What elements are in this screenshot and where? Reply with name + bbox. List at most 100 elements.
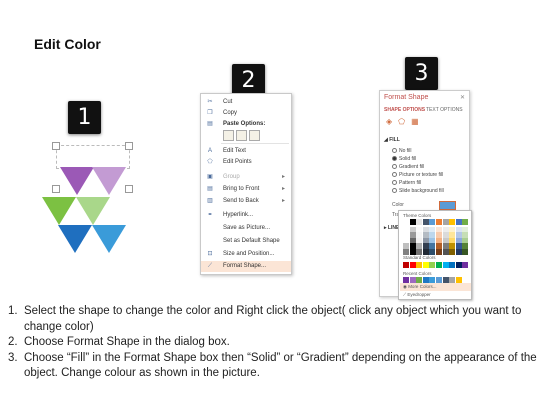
- copy-icon: ❐: [207, 110, 213, 116]
- context-menu: ✂ Cut ❐ Copy ▤ Paste Options: A Edit Tex…: [200, 93, 292, 275]
- instruction-step: 1. Select the shape to change the color a…: [8, 305, 522, 333]
- hyperlink-icon: ⚭: [207, 212, 213, 218]
- resize-handle[interactable]: [52, 185, 60, 193]
- standard-color-swatch[interactable]: [403, 262, 409, 268]
- standard-color-swatch[interactable]: [422, 262, 429, 268]
- fill-color-dropdown[interactable]: [439, 201, 456, 210]
- edit-text-icon: A: [207, 148, 212, 154]
- more-colors-button[interactable]: ◉ More Colors...: [400, 283, 471, 291]
- recent-color-swatch[interactable]: [436, 277, 442, 283]
- group-icon: ▣: [207, 174, 213, 180]
- resize-handle[interactable]: [52, 142, 60, 150]
- theme-color-swatch[interactable]: [462, 248, 469, 255]
- submenu-arrow-icon: ▸: [281, 174, 285, 180]
- resize-handle[interactable]: [125, 142, 133, 150]
- paste-picture-icon[interactable]: [236, 130, 247, 141]
- standard-colors-label: Standard Colors: [403, 255, 436, 260]
- close-icon[interactable]: ✕: [460, 94, 465, 101]
- recent-color-swatch[interactable]: [442, 277, 449, 283]
- light-purple-triangle[interactable]: [92, 167, 126, 195]
- standard-color-swatch[interactable]: [416, 262, 423, 268]
- green-triangle[interactable]: [42, 197, 76, 225]
- recent-color-swatch[interactable]: [429, 277, 436, 283]
- menu-item-group[interactable]: ▣ Group ▸: [201, 172, 291, 183]
- resize-handle[interactable]: [125, 185, 133, 193]
- radio-gradient-fill[interactable]: Gradient fill: [392, 164, 424, 170]
- theme-color-swatch[interactable]: [442, 219, 449, 225]
- theme-color-swatch[interactable]: [462, 219, 469, 225]
- menu-item-edit-text[interactable]: A Edit Text: [201, 146, 291, 157]
- theme-color-swatch[interactable]: [436, 248, 442, 255]
- tab-text-options[interactable]: TEXT OPTIONS: [426, 107, 463, 113]
- menu-item-hyperlink[interactable]: ⚭ Hyperlink...: [201, 210, 291, 221]
- recent-color-swatch[interactable]: [455, 277, 462, 283]
- blue-triangle[interactable]: [58, 225, 92, 253]
- theme-color-swatch[interactable]: [449, 248, 456, 255]
- recent-color-swatch[interactable]: [422, 277, 429, 283]
- send-back-icon: ▥: [207, 198, 213, 204]
- line-section-header[interactable]: ▸ LINE: [384, 225, 399, 231]
- theme-color-swatch[interactable]: [449, 219, 456, 225]
- radio-pattern-fill[interactable]: Pattern fill: [392, 180, 421, 186]
- menu-item-edit-points[interactable]: ⬠ Edit Points: [201, 157, 291, 168]
- menu-item-bring-to-front[interactable]: ▤ Bring to Front ▸: [201, 184, 291, 195]
- menu-item-paste-options: ▤ Paste Options:: [207, 121, 266, 127]
- theme-colors-label: Theme Colors: [403, 213, 432, 218]
- menu-item-format-shape[interactable]: ⟋ Format Shape...: [201, 261, 291, 272]
- recent-color-swatch[interactable]: [416, 277, 423, 283]
- menu-item-set-default-shape[interactable]: Set as Default Shape: [201, 236, 291, 247]
- recent-color-swatch[interactable]: [409, 277, 416, 283]
- paste-text-only-icon[interactable]: [249, 130, 260, 141]
- color-picker-dropdown: Theme Colors Standard Colors Recent Colo…: [398, 210, 472, 300]
- theme-color-swatch[interactable]: [409, 248, 416, 255]
- theme-color-swatch[interactable]: [403, 219, 409, 225]
- tab-shape-options[interactable]: SHAPE OPTIONS: [384, 107, 425, 113]
- instruction-step: 3. Choose “Fill” in the Format Shape box …: [8, 351, 537, 380]
- menu-item-save-as-picture[interactable]: Save as Picture...: [201, 223, 291, 234]
- radio-slide-background-fill[interactable]: Slide background fill: [392, 188, 444, 194]
- standard-color-swatch[interactable]: [455, 262, 462, 268]
- menu-item-cut[interactable]: ✂ Cut: [201, 97, 291, 108]
- standard-color-swatch[interactable]: [429, 262, 436, 268]
- theme-color-swatch[interactable]: [442, 248, 449, 255]
- recent-color-swatch[interactable]: [449, 277, 456, 283]
- color-label: Color: [392, 202, 404, 208]
- standard-color-swatch[interactable]: [442, 262, 449, 268]
- radio-no-fill[interactable]: No fill: [392, 148, 412, 154]
- theme-color-swatch[interactable]: [455, 248, 462, 255]
- format-shape-icon: ⟋: [207, 263, 213, 269]
- radio-icon: [392, 172, 397, 178]
- menu-item-send-to-back[interactable]: ▥ Send to Back ▸: [201, 196, 291, 207]
- theme-color-swatch[interactable]: [422, 219, 429, 225]
- recent-color-swatch[interactable]: [403, 277, 409, 283]
- theme-color-swatch[interactable]: [436, 219, 442, 225]
- theme-color-swatch[interactable]: [403, 248, 409, 255]
- scissors-icon: ✂: [207, 99, 213, 105]
- standard-color-swatch[interactable]: [436, 262, 442, 268]
- light-green-triangle[interactable]: [76, 197, 110, 225]
- theme-color-swatch[interactable]: [455, 219, 462, 225]
- menu-item-size-and-position[interactable]: ⊡ Size and Position...: [201, 249, 291, 260]
- standard-color-swatch[interactable]: [449, 262, 456, 268]
- paste-keep-formatting-icon[interactable]: [223, 130, 234, 141]
- theme-color-swatch[interactable]: [422, 248, 429, 255]
- theme-color-swatch[interactable]: [409, 219, 416, 225]
- theme-color-swatch[interactable]: [429, 248, 436, 255]
- theme-color-swatch[interactable]: [416, 219, 423, 225]
- radio-solid-fill[interactable]: Solid fill: [392, 156, 416, 162]
- menu-divider: [221, 143, 289, 144]
- theme-color-swatch[interactable]: [429, 219, 436, 225]
- standard-color-swatch[interactable]: [462, 262, 469, 268]
- standard-color-swatch[interactable]: [409, 262, 416, 268]
- menu-item-copy[interactable]: ❐ Copy: [201, 108, 291, 119]
- radio-picture-fill[interactable]: Picture or texture fill: [392, 172, 443, 178]
- theme-color-swatch[interactable]: [416, 248, 423, 255]
- radio-icon: [392, 180, 397, 186]
- purple-triangle[interactable]: [60, 167, 94, 195]
- light-blue-triangle[interactable]: [92, 225, 126, 253]
- fill-line-icon[interactable]: ◈⬠▦: [386, 117, 425, 126]
- pane-title: Format Shape: [384, 94, 429, 101]
- eyedropper-button[interactable]: ⟋ Eyedropper: [403, 292, 431, 297]
- radio-selected-icon: [392, 156, 397, 162]
- fill-section-header[interactable]: ◢ FILL: [384, 137, 400, 143]
